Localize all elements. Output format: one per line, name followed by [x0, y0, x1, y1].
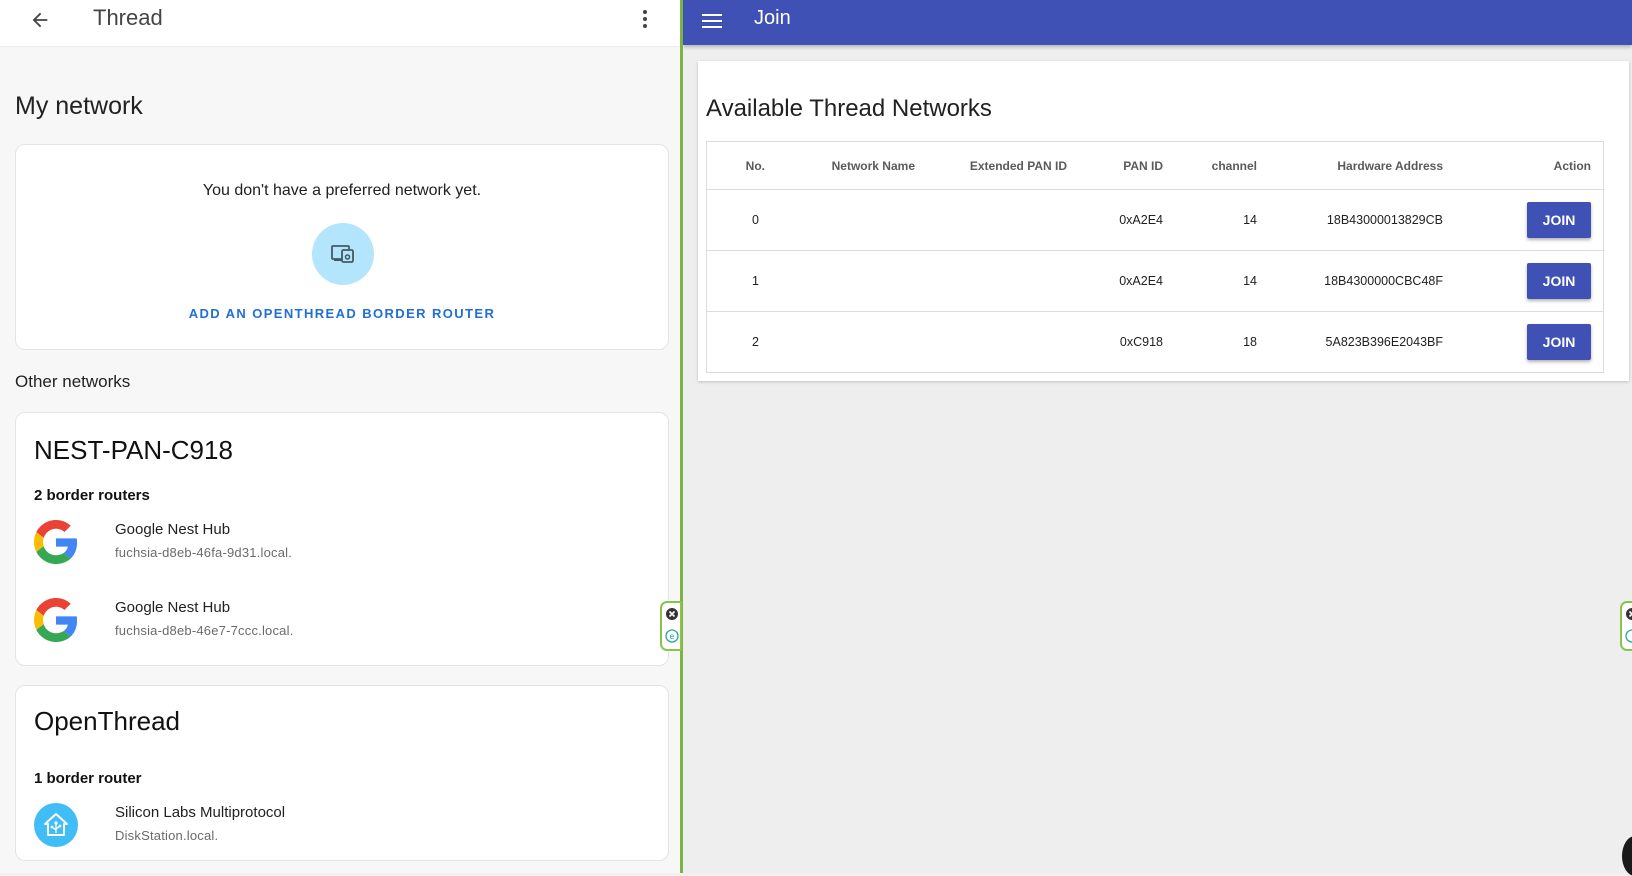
app-bar-title: Join [754, 7, 791, 29]
cell-action: JOIN [1455, 189, 1604, 251]
border-router-item[interactable]: Google Nest Hub fuchsia-d8eb-46fa-9d31.l… [34, 517, 634, 569]
join-button[interactable]: JOIN [1527, 263, 1591, 299]
otbr-join-panel: Join Available Thread Networks No. Netwo… [683, 0, 1632, 873]
cell-no: 1 [706, 250, 771, 312]
cell-no: 2 [706, 311, 771, 373]
col-header-pan-id: PAN ID [1079, 141, 1175, 190]
network-name: OpenThread [34, 706, 180, 736]
cell-action: JOIN [1455, 311, 1604, 373]
more-vert-icon [643, 10, 647, 28]
table-row: 0 0xA2E4 14 18B43000013829CB JOIN [706, 189, 1604, 251]
extension-e-icon[interactable]: e [665, 629, 679, 643]
google-icon [34, 520, 78, 564]
cell-hardware-address: 18B43000013829CB [1269, 189, 1455, 251]
app-bar: Join [683, 0, 1632, 45]
border-router-item[interactable]: Google Nest Hub fuchsia-d8eb-46e7-7ccc.l… [34, 595, 634, 647]
cell-no: 0 [706, 189, 771, 251]
cell-pan-id: 0xA2E4 [1079, 189, 1175, 251]
router-name: Google Nest Hub [115, 521, 231, 538]
table-row: 1 0xA2E4 14 18B4300000CBC48F JOIN [706, 250, 1604, 312]
border-router-item[interactable]: Silicon Labs Multiprotocol DiskStation.l… [34, 800, 634, 852]
menu-button[interactable] [699, 8, 725, 34]
more-options-button[interactable] [632, 4, 658, 34]
cell-channel: 18 [1175, 311, 1269, 373]
devices-icon [331, 245, 354, 263]
svg-text:e: e [670, 632, 675, 641]
table-row: 2 0xC918 18 5A823B396E2043BF JOIN [706, 311, 1604, 373]
extension-e-icon[interactable] [1625, 629, 1632, 643]
hamburger-menu-icon [702, 14, 722, 28]
floating-widget[interactable]: e [660, 601, 682, 651]
network-card: OpenThread 1 border router Silicon Labs … [15, 685, 669, 861]
cell-extended-pan-id [927, 311, 1079, 373]
cell-pan-id: 0xC918 [1079, 311, 1175, 373]
thread-toolbar: Thread [0, 0, 680, 47]
home-assistant-icon [34, 803, 78, 847]
col-header-channel: channel [1175, 141, 1269, 190]
cell-hardware-address: 5A823B396E2043BF [1269, 311, 1455, 373]
cell-pan-id: 0xA2E4 [1079, 250, 1175, 312]
join-button[interactable]: JOIN [1527, 324, 1591, 360]
router-host: fuchsia-d8eb-46e7-7ccc.local. [115, 623, 294, 638]
cell-extended-pan-id [927, 189, 1079, 251]
border-router-count: 2 border routers [34, 487, 150, 504]
network-card: NEST-PAN-C918 2 border routers Google Ne… [15, 412, 669, 666]
other-networks-heading: Other networks [15, 372, 131, 391]
cell-network-name [771, 311, 927, 373]
no-preferred-network-text: You don't have a preferred network yet. [202, 182, 482, 199]
network-name: NEST-PAN-C918 [34, 435, 233, 465]
col-header-extended-pan-id: Extended PAN ID [927, 141, 1079, 190]
router-name: Google Nest Hub [115, 599, 231, 616]
available-networks-title: Available Thread Networks [706, 95, 992, 122]
cell-channel: 14 [1175, 189, 1269, 251]
cell-hardware-address: 18B4300000CBC48F [1269, 250, 1455, 312]
thread-panel: Thread My network You don't have a prefe… [0, 0, 680, 873]
cell-network-name [771, 250, 927, 312]
col-header-hardware-address: Hardware Address [1269, 141, 1455, 190]
networks-table: No. Network Name Extended PAN ID PAN ID … [706, 141, 1604, 373]
col-header-network-name: Network Name [771, 141, 927, 190]
cell-action: JOIN [1455, 250, 1604, 312]
router-host: DiskStation.local. [115, 828, 219, 843]
close-circle-icon[interactable] [665, 607, 679, 621]
my-network-heading: My network [15, 92, 143, 120]
preferred-network-card: You don't have a preferred network yet. … [15, 144, 669, 350]
devices-icon-badge [312, 223, 374, 285]
table-header-row: No. Network Name Extended PAN ID PAN ID … [706, 141, 1604, 190]
back-button[interactable] [26, 6, 54, 34]
arrow-back-icon [32, 12, 48, 28]
cell-channel: 14 [1175, 250, 1269, 312]
page-title: Thread [93, 5, 163, 30]
router-name: Silicon Labs Multiprotocol [115, 804, 286, 821]
col-header-action: Action [1455, 141, 1604, 190]
router-host: fuchsia-d8eb-46fa-9d31.local. [115, 545, 293, 560]
join-button[interactable]: JOIN [1527, 202, 1591, 238]
close-circle-icon[interactable] [1625, 607, 1632, 621]
border-router-count: 1 border router [34, 770, 142, 787]
add-openthread-border-router-link[interactable]: ADD AN OPENTHREAD BORDER ROUTER [16, 306, 668, 321]
floating-widget[interactable] [1620, 601, 1632, 651]
available-networks-card: Available Thread Networks No. Network Na… [698, 61, 1629, 381]
col-header-no: No. [706, 141, 771, 190]
cell-network-name [771, 189, 927, 251]
cell-extended-pan-id [927, 250, 1079, 312]
google-icon [34, 598, 78, 642]
